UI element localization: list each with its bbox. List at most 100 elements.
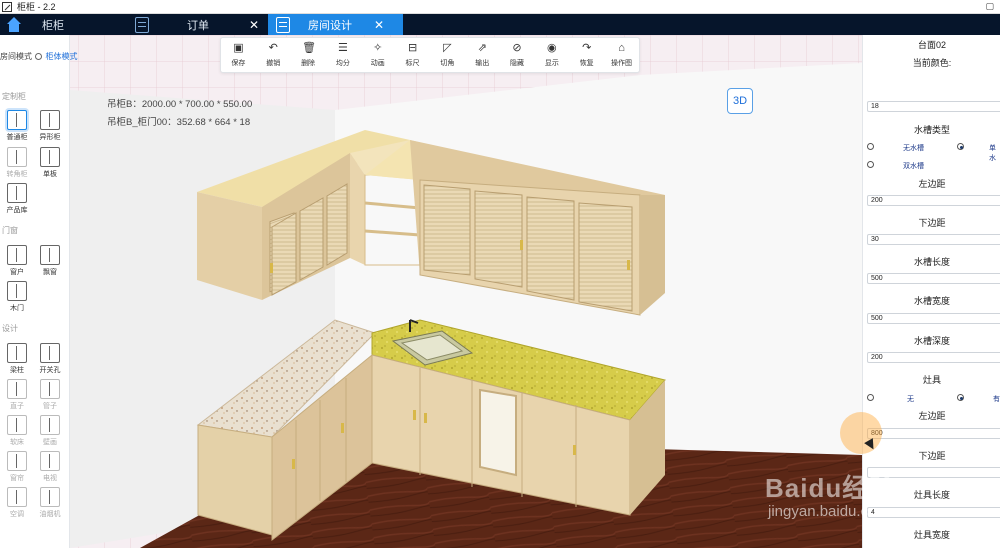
item-label: 木门 [10,305,24,312]
animation-button[interactable]: ✧ 动画 [361,42,395,68]
item-label: 油烟机 [39,511,61,518]
item-label: 软床 [10,439,24,446]
sink-length-input[interactable]: 500 [867,273,1000,284]
item-label: 窗帘 [10,475,24,482]
view-3d-button[interactable]: 3D [727,88,753,114]
restore-icon[interactable]: ▢ [985,1,994,12]
item-label: 飘窗 [43,269,57,276]
thickness-input[interactable]: 18 [867,101,1000,112]
chamfer-button[interactable]: ◸ 切角 [430,42,464,68]
undo-button[interactable]: ↶ 撤销 [256,42,290,68]
tool-label: 显示 [544,60,559,67]
selected-object-info: 吊柜B：2000.00 * 700.00 * 550.00 [107,99,253,110]
section-settings-title: 设计 [2,324,18,333]
shaped-cabinet-icon [40,110,60,130]
delete-button[interactable]: 🗑 删除 [291,42,325,68]
air-conditioner-icon [7,487,27,507]
tool-label: 动画 [370,60,385,67]
option-single-sink[interactable]: 单水 [989,143,1000,163]
item-normal-cabinet[interactable]: 普通柜 [2,110,32,142]
corner-cabinet-icon [7,147,27,167]
curtain-icon [7,451,27,471]
item-range-hood[interactable]: 油烟机 [35,487,65,519]
item-tv[interactable]: 电视 [35,451,65,483]
operation-icon: ⌂ [618,42,625,54]
item-window[interactable]: 窗户 [2,245,32,277]
left-margin-input[interactable]: 200 [867,195,1000,206]
export-button[interactable]: ⇗ 输出 [465,42,499,68]
sink-width-input[interactable]: 500 [867,313,1000,324]
radio-no-stove[interactable] [867,394,874,401]
redo-button[interactable]: ↷ 恢复 [570,42,604,68]
item-shaped-cabinet[interactable]: 异形柜 [35,110,65,142]
window-controls: ▢ [985,1,994,12]
item-label: 普通柜 [6,134,28,141]
item-bay-window[interactable]: 飘窗 [35,245,65,277]
item-label: 管子 [43,403,57,410]
item-product-library[interactable]: 产品库 [2,183,32,215]
undo-icon: ↶ [268,42,278,54]
tab-label: 订单 [187,19,209,32]
cabinet-icon [135,16,149,33]
item-label: 单板 [43,171,57,178]
radio-double-sink[interactable] [867,161,874,168]
option-double-sink[interactable]: 双水槽 [903,161,924,171]
switch-hole-icon [40,343,60,363]
radio-has-stove[interactable] [957,394,964,401]
item-pipe[interactable]: 管子 [35,379,65,411]
tool-label: 撤销 [266,60,281,67]
chamfer-icon: ◸ [443,42,452,54]
redo-icon: ↷ [582,42,592,54]
item-curtain[interactable]: 窗帘 [2,451,32,483]
show-button[interactable]: ◉ 显示 [535,42,569,68]
item-label: 开关孔 [39,367,61,374]
tab-home[interactable]: 柜柜 [0,14,115,35]
save-button[interactable]: ▣ 保存 [221,42,255,68]
object-name: 台面02 [917,40,946,50]
item-wood-door[interactable]: 木门 [2,281,32,313]
radio-single-sink[interactable] [957,143,964,150]
item-label: 异形柜 [39,134,61,141]
item-soft-bed[interactable]: 软床 [2,415,32,447]
hide-button[interactable]: ⊘ 隐藏 [500,42,534,68]
sink-depth-input[interactable]: 200 [867,352,1000,363]
straight-icon [7,379,27,399]
left-panel: 房间模式 柜体模式 定制柜 普通柜 异形柜 转角柜 单板 产品库 门窗 窗户 飘… [0,35,77,548]
item-switch-hole[interactable]: 开关孔 [35,343,65,375]
mode-radio-icon[interactable] [35,53,43,61]
stove-width-label: 灶具宽度 [913,530,950,540]
close-icon[interactable]: ✕ [249,18,259,32]
stove-left-input[interactable]: 800 [867,428,1000,439]
sink-width-label: 水槽宽度 [913,296,950,306]
option-no-sink[interactable]: 无水槽 [903,143,924,153]
item-beam[interactable]: 梁柱 [2,343,32,375]
tab-orders[interactable]: 订单 ✕ [115,14,268,35]
tab-room-design[interactable]: 房间设计 ✕ [268,14,403,35]
radio-no-sink[interactable] [867,143,874,150]
distribute-button[interactable]: ☰ 均分 [326,42,360,68]
mode-cabinet-label[interactable]: 柜体模式 [45,52,77,61]
tool-label: 操作图 [611,60,633,67]
item-label: 空调 [10,511,24,518]
option-no-stove[interactable]: 无 [907,394,914,404]
item-straight[interactable]: 直子 [2,379,32,411]
tool-label: 切角 [440,60,455,67]
animation-icon: ✧ [373,42,383,54]
item-air-conditioner[interactable]: 空调 [2,487,32,519]
ruler-button[interactable]: ⊟ 标尺 [396,42,430,68]
item-label: 窗户 [10,269,24,276]
item-painting[interactable]: 壁画 [35,415,65,447]
close-icon[interactable]: ✕ [374,18,384,32]
product-library-icon [7,183,27,203]
distribute-icon: ☰ [337,42,348,54]
bottom-margin-label: 下边距 [918,218,946,228]
item-single-board[interactable]: 单板 [35,147,65,179]
option-has-stove[interactable]: 有 [993,394,1000,404]
bottom-margin-input[interactable]: 30 [867,234,1000,245]
operation-button[interactable]: ⌂ 操作图 [605,42,639,68]
mode-room-label[interactable]: 房间模式 [0,52,32,61]
item-corner-cabinet[interactable]: 转角柜 [2,147,32,179]
mode-switch[interactable]: 房间模式 柜体模式 [0,51,77,62]
item-label: 电视 [43,475,57,482]
item-label: 壁画 [43,439,57,446]
